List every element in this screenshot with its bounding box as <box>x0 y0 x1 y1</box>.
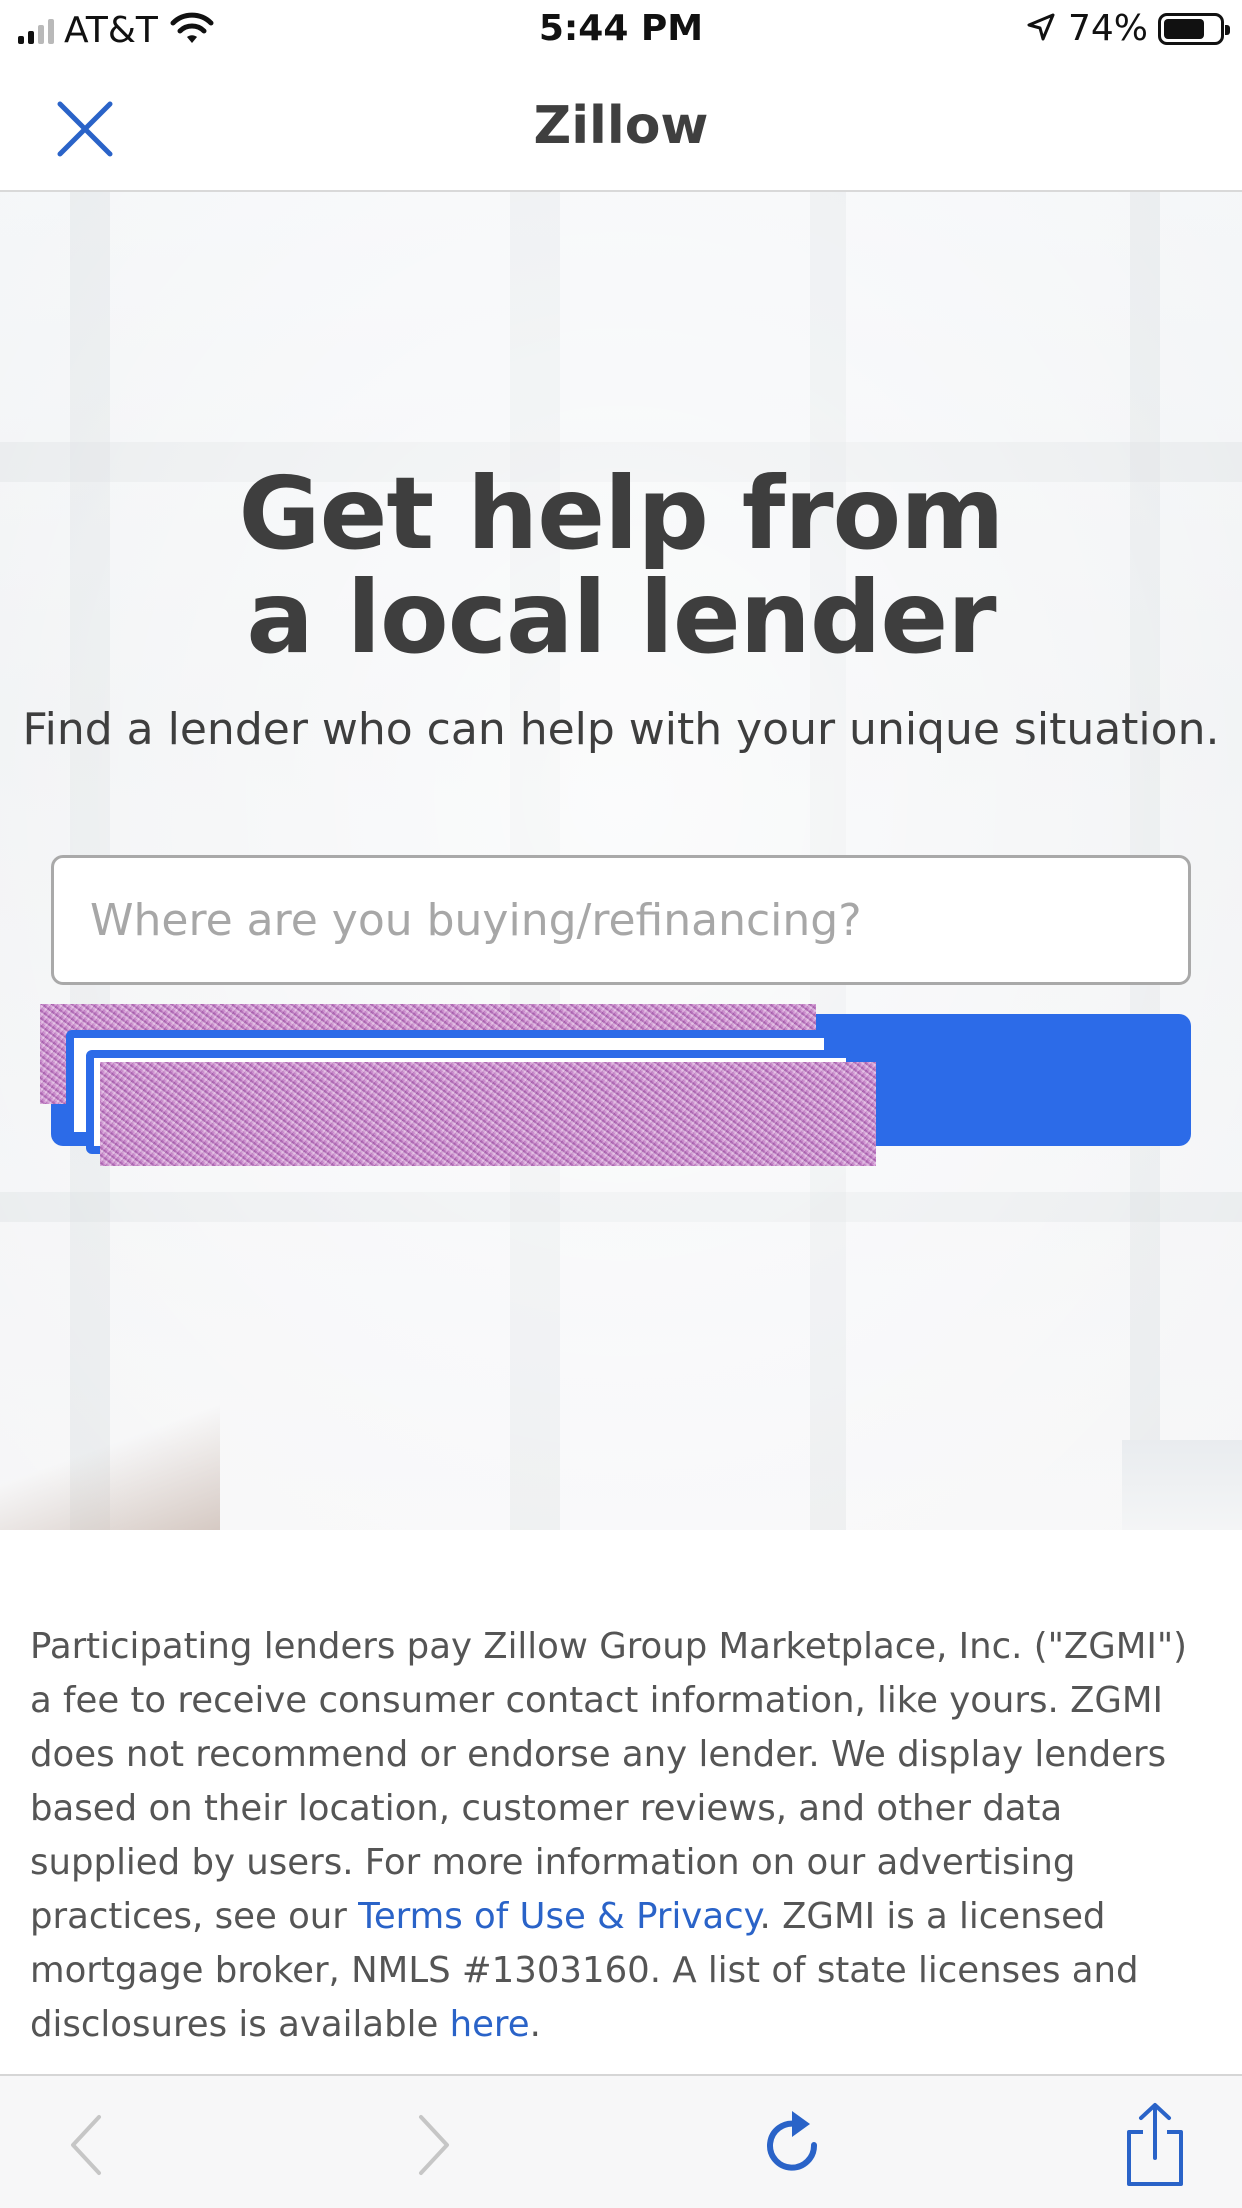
disclaimer-part-3: . <box>529 2004 541 2045</box>
status-bar: AT&T 5:44 PM 74% <box>0 0 1242 60</box>
reload-icon <box>767 2111 818 2171</box>
back-button[interactable] <box>42 2100 132 2190</box>
battery-percent: 74% <box>1067 8 1148 49</box>
location-arrow-icon <box>1026 12 1056 46</box>
chevron-left-icon <box>71 2115 101 2175</box>
disclaimer-part-1: Participating lenders pay Zillow Group M… <box>30 1626 1188 1937</box>
location-search-input[interactable] <box>51 855 1191 985</box>
hero-title: Get help from a local lender <box>0 462 1242 670</box>
hero-title-text: Get help from a local lender <box>238 455 1005 676</box>
licenses-here-link[interactable]: here <box>450 2004 530 2045</box>
hero-subtitle: Find a lender who can help with your uni… <box>22 704 1220 755</box>
browser-toolbar <box>0 2074 1242 2208</box>
status-right: 74% <box>1026 8 1230 49</box>
disclaimer-text: Participating lenders pay Zillow Group M… <box>30 1620 1210 2052</box>
forward-button[interactable] <box>388 2100 478 2190</box>
battery-icon <box>1158 12 1230 45</box>
hero-section: Get help from a local lender Find a lend… <box>0 192 1242 1530</box>
terms-of-use-link[interactable]: Terms of Use & Privacy <box>358 1896 759 1937</box>
share-icon <box>1127 2103 1183 2186</box>
battery-fill <box>1164 18 1204 39</box>
reload-button[interactable] <box>748 2100 838 2190</box>
share-button[interactable] <box>1110 2100 1200 2190</box>
redacted-region <box>100 1062 876 1166</box>
page-title: Zillow <box>533 96 709 156</box>
chevron-right-icon <box>419 2115 449 2175</box>
navigation-bar: Zillow <box>0 60 1242 192</box>
